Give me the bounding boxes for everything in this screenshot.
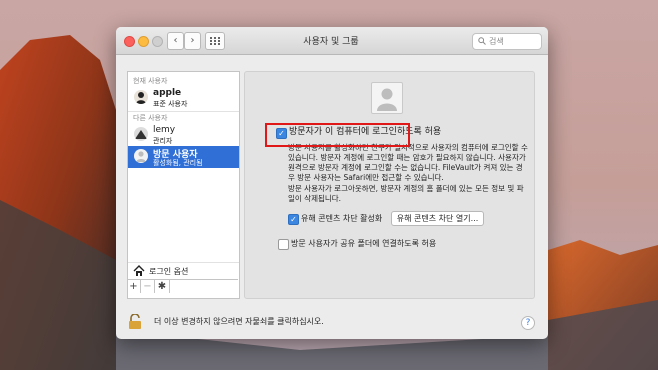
gear-icon: ✱ [157,281,167,292]
minus-icon: − [143,281,152,292]
sidebar-item-name: apple [153,88,182,98]
remove-user-button[interactable]: − [141,280,155,293]
shared-folders-checkbox[interactable] [278,239,289,250]
login-options-label: 로그인 옵션 [149,267,189,276]
parental-controls-checkbox[interactable]: ✓ [288,214,299,225]
login-options-item[interactable]: 로그인 옵션 [128,262,239,279]
house-icon [133,265,145,276]
sidebar-item-role: 표준 사용자 [153,100,188,108]
sidebar-item-role: 활성화됨, 관리됨 [153,159,203,167]
guest-picture[interactable] [371,82,403,114]
window-title: 사용자 및 그룹 [303,37,359,47]
help-button[interactable]: ? [521,316,535,330]
lock-text: 더 이상 변경하지 않으려면 자물쇠를 클릭하십시오. [154,317,324,326]
sidebar-divider [128,111,239,112]
add-user-button[interactable]: + [127,280,141,293]
grid-icon [210,37,220,45]
zoom-button[interactable] [152,36,163,47]
shared-folders-label: 방문 사용자가 공유 폴더에 연결하도록 허용 [291,239,437,248]
lock-icon [129,314,141,329]
title-bar: ‹ › 사용자 및 그룹 검색 [116,27,548,55]
sidebar-item-role: 관리자 [153,137,173,145]
close-button[interactable] [124,36,135,47]
sidebar-item-name: lemy [153,125,176,135]
search-placeholder: 검색 [489,37,504,46]
chevron-right-icon: › [190,35,195,46]
guest-description: 방문 사용자를 활성화하면 친구가 일시적으로 사용자의 컴퓨터에 로그인할 수… [288,143,528,182]
sidebar-item-lemy[interactable]: lemy 관리자 [128,124,239,146]
search-field[interactable]: 검색 [472,33,542,50]
chevron-left-icon: ‹ [173,35,178,46]
guest-logout-note: 방문 사용자가 로그아웃하면, 방문자 계정의 홈 폴더에 있는 모든 정보 및… [288,184,524,203]
sidebar-item-apple[interactable]: apple 표준 사용자 [128,87,239,109]
minimize-button[interactable] [138,36,149,47]
search-icon [478,37,486,45]
show-all-button[interactable] [205,32,225,50]
highlight-box [265,123,410,147]
open-parental-controls-button[interactable]: 유해 콘텐츠 차단 열기... [391,211,484,226]
sidebar-item-guest[interactable]: 방문 사용자 활성화됨, 관리됨 [128,146,239,168]
current-user-heading: 현재 사용자 [133,77,168,85]
sidebar-toolbar: + − ✱ [127,279,238,293]
help-icon: ? [525,318,531,328]
guest-avatar-icon [134,149,148,163]
users-groups-window: ‹ › 사용자 및 그룹 검색 현재 사용자 apple 표준 사용자 다른 사… [116,27,548,339]
back-button[interactable]: ‹ [167,32,184,50]
action-menu-button[interactable]: ✱ [155,280,170,293]
parental-controls-label: 유해 콘텐츠 차단 활성화 [301,214,383,223]
plus-icon: + [129,281,138,292]
user-avatar-icon [134,90,148,104]
other-users-heading: 다른 사용자 [133,114,168,122]
forward-button[interactable]: › [184,32,201,50]
user-avatar-icon [134,127,148,141]
users-sidebar: 현재 사용자 apple 표준 사용자 다른 사용자 lemy 관리자 방문 사… [127,71,240,299]
checkmark-icon: ✓ [290,215,297,224]
guest-avatar-icon [377,88,397,111]
